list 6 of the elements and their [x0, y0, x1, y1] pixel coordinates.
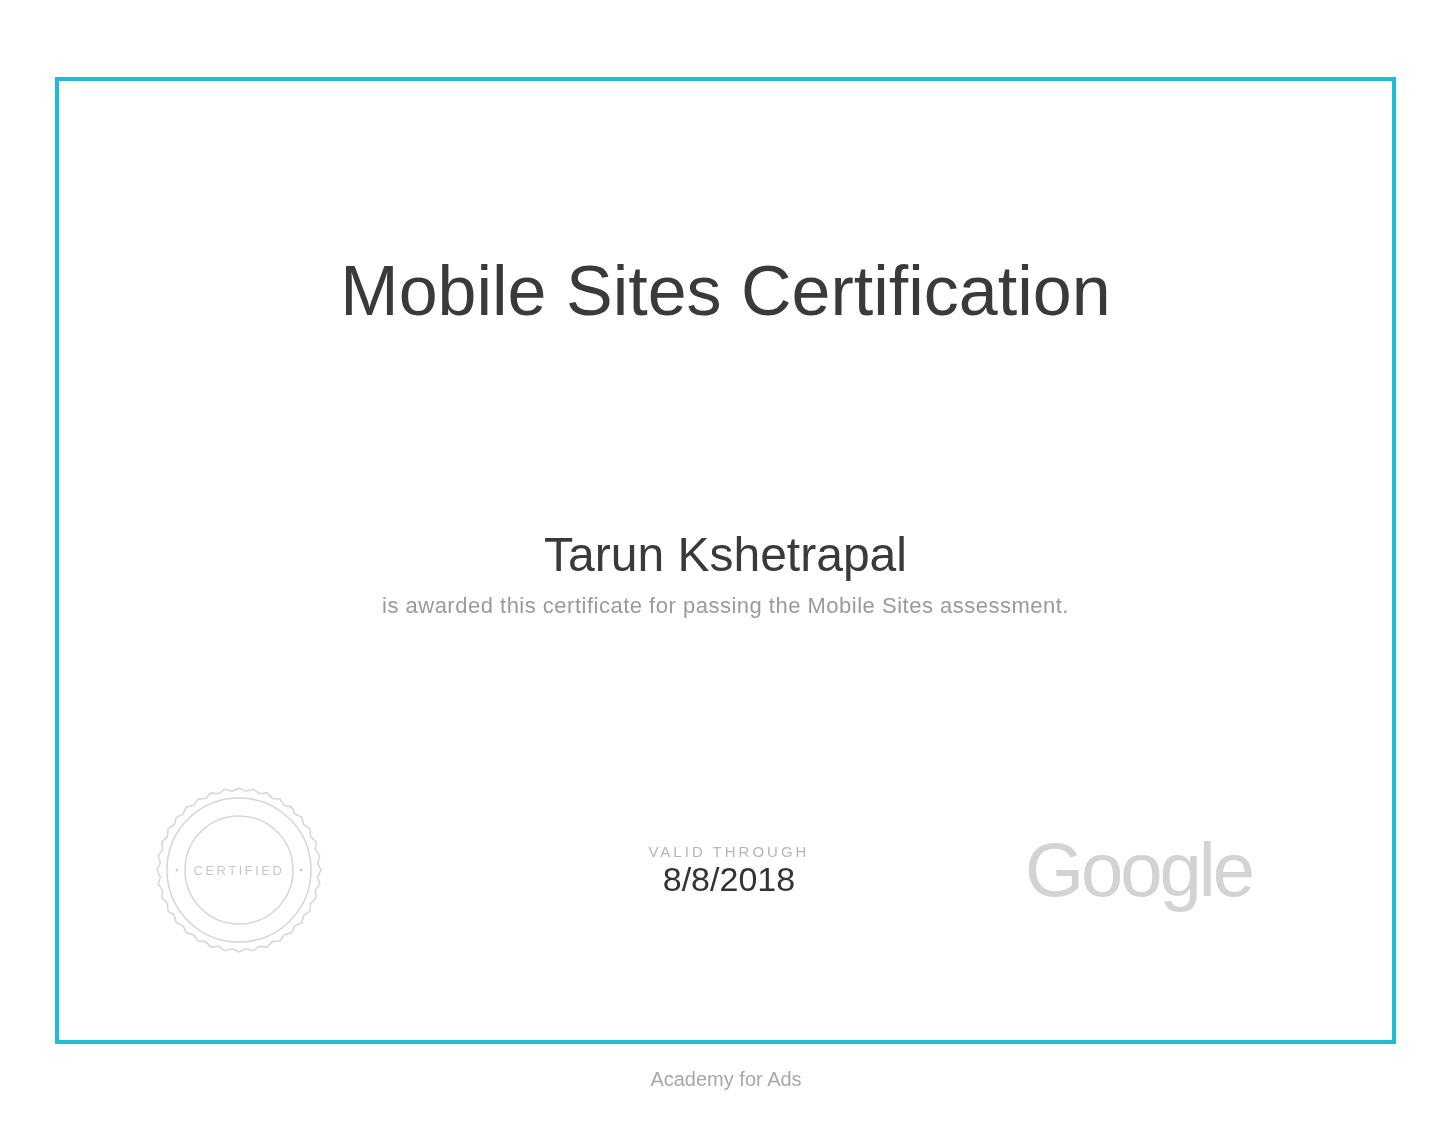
valid-through-label: VALID THROUGH: [648, 843, 810, 861]
footer-text: Academy for Ads: [650, 1068, 802, 1091]
valid-date: 8/8/2018: [662, 861, 796, 897]
recipient-name: Tarun Kshetrapal: [544, 527, 907, 583]
award-statement: is awarded this certificate for passing the Mobile Sites assessment.: [382, 592, 1069, 620]
certificate-title: Mobile Sites Certification: [340, 251, 1111, 332]
